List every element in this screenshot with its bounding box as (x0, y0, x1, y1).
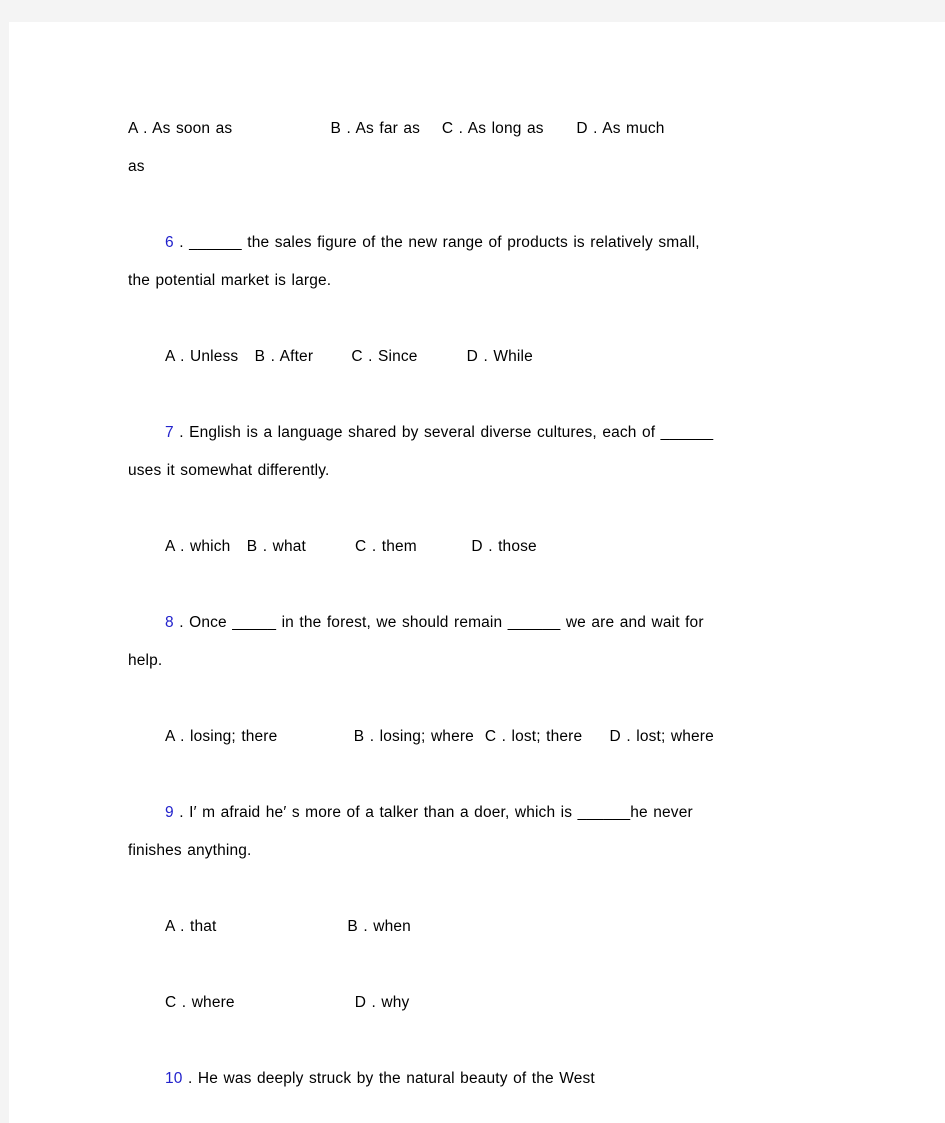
document-page: A . As soon as B . As far as C . As long… (9, 22, 945, 1123)
question-7-stem-line-1: 7 . English is a language shared by seve… (128, 414, 837, 452)
question-8-stem-line-1: 8 . Once _____ in the forest, we should … (128, 604, 837, 642)
question-9-stem-line-2: finishes anything. (128, 842, 252, 859)
document-body: A . As soon as B . As far as C . As long… (128, 110, 837, 1098)
question-8-stem-line-2: help. (128, 652, 163, 669)
question-7-number: 7 (165, 424, 174, 441)
question-8-options: A . losing; there B . losing; where C . … (128, 718, 837, 756)
question-6-stem-text-1: ______ the sales figure of the new range… (189, 234, 700, 251)
question-5-options-line-1: A . As soon as B . As far as C . As long… (128, 120, 665, 137)
question-6-stem-line-2: the potential market is large. (128, 272, 332, 289)
question-7-stem-line-2: uses it somewhat differently. (128, 462, 330, 479)
question-6-number: 6 (165, 234, 174, 251)
question-10-stem-line-1: 10 . He was deeply struck by the natural… (128, 1060, 837, 1098)
question-10-number: 10 (165, 1070, 183, 1087)
question-7-dot: . (173, 424, 190, 441)
question-10-dot: . (182, 1070, 198, 1087)
question-9-stem-line-1: 9 . I′ m afraid he′ s more of a talker t… (128, 794, 837, 832)
question-9-stem-text-1: I′ m afraid he′ s more of a talker than … (189, 804, 693, 821)
question-7-stem-text-1: English is a language shared by several … (189, 424, 714, 441)
question-9-options-text-2: C . where D . why (165, 994, 410, 1011)
question-6-stem-line-1: 6 . ______ the sales figure of the new r… (128, 224, 837, 262)
question-9-options-text-1: A . that B . when (165, 918, 411, 935)
question-6-options: A . Unless B . After C . Since D . While (128, 338, 837, 376)
question-9-dot: . (173, 804, 190, 821)
question-8-stem-text-1: Once _____ in the forest, we should rema… (189, 614, 704, 631)
question-8-options-text: A . losing; there B . losing; where C . … (165, 728, 714, 745)
question-7-options: A . which B . what C . them D . those (128, 528, 837, 566)
question-6-options-text: A . Unless B . After C . Since D . While (165, 348, 533, 365)
question-5-options-line-2: as (128, 158, 145, 175)
question-8-number: 8 (165, 614, 174, 631)
question-8-dot: . (173, 614, 190, 631)
question-9-options-line-2: C . where D . why (128, 984, 837, 1022)
question-9-number: 9 (165, 804, 174, 821)
question-6-dot: . (173, 234, 190, 251)
question-9-options-line-1: A . that B . when (128, 908, 837, 946)
question-7-options-text: A . which B . what C . them D . those (165, 538, 537, 555)
question-10-stem-text-1: He was deeply struck by the natural beau… (197, 1070, 595, 1087)
